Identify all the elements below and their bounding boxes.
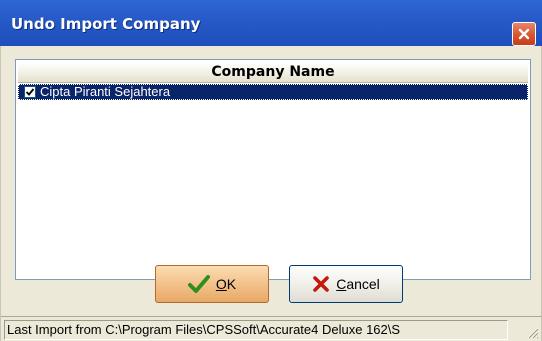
title-bar[interactable]: Undo Import Company (0, 0, 542, 47)
checkmark-icon (187, 275, 210, 293)
close-button[interactable] (512, 22, 536, 46)
resize-grip-icon[interactable] (525, 325, 539, 339)
status-text: Last Import from C:\Program Files\CPSSof… (4, 320, 508, 340)
ok-button[interactable]: OK (155, 265, 269, 303)
x-icon (313, 276, 330, 292)
cancel-button[interactable]: Cancel (289, 265, 403, 303)
window-title: Undo Import Company (11, 15, 201, 33)
column-header-company-name[interactable]: Company Name (18, 62, 528, 83)
close-icon (518, 28, 530, 40)
company-grid[interactable]: Company Name Cipta Piranti Sejahtera (15, 59, 531, 280)
table-row[interactable]: Cipta Piranti Sejahtera (18, 84, 528, 100)
ok-label: OK (215, 276, 237, 292)
dialog-body: Company Name Cipta Piranti Sejahtera OK … (0, 46, 542, 341)
checkbox-checked-icon (25, 88, 35, 96)
cancel-label: Cancel (336, 276, 380, 292)
status-bar: Last Import from C:\Program Files\CPSSof… (1, 316, 541, 341)
row-checkbox[interactable] (24, 86, 36, 98)
company-name-cell: Cipta Piranti Sejahtera (40, 84, 171, 99)
undo-import-company-dialog: Undo Import Company Company Name Cipta P… (0, 0, 542, 341)
